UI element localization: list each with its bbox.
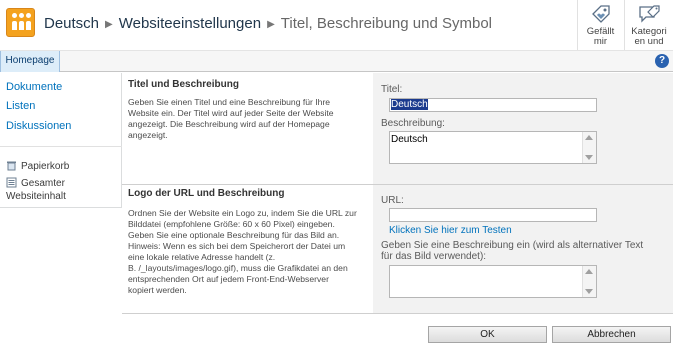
logo-section-description: Ordnen Sie der Website ein Logo zu, inde… (128, 208, 364, 296)
title-desc-line: angezeigt. Die Beschreibung wird auf der… (128, 119, 330, 129)
url-field-label: URL: (381, 195, 404, 206)
description-field-label: Beschreibung: (381, 118, 445, 129)
title-input-value: Deutsch (391, 99, 428, 110)
alt-text-scrollbar[interactable] (582, 266, 596, 297)
logo-desc-line: eine lokale relative Adresse handelt (z. (128, 252, 276, 262)
url-input[interactable] (389, 208, 597, 222)
scroll-up-icon[interactable] (585, 269, 593, 274)
all-content-label-line1: Gesamter (21, 178, 65, 189)
title-section: Titel und Beschreibung Geben Sie einen T… (122, 73, 372, 184)
logo-desc-line: entsprechenden Ort auf jedem Front-End-W… (128, 274, 329, 284)
title-input[interactable]: Deutsch (389, 98, 597, 112)
logo-desc-line: Bilddatei (empfohlene Größe: 60 x 60 Pix… (128, 219, 335, 229)
alt-text-label-line: für das Bild verwendet): (381, 251, 487, 262)
logo-desc-line: Geben Sie eine optionale Beschreibung fü… (128, 230, 340, 240)
alt-text-label: Geben Sie eine Beschreibung ein (wird al… (381, 240, 643, 262)
tags-notes-icon (639, 5, 660, 23)
all-content-icon (6, 177, 17, 188)
logo-desc-line: kopiert werden. (128, 285, 187, 295)
breadcrumb-settings-link[interactable]: Websiteeinstellungen (119, 15, 261, 32)
logo-desc-line: Hinweis: Wenn es sich bei dem Speicheror… (128, 241, 346, 251)
quicklaunch-recycle-bin[interactable]: Papierkorb (6, 160, 69, 173)
quicklaunch-discussions[interactable]: Diskussionen (6, 120, 71, 132)
cancel-button[interactable]: Abbrechen (552, 326, 671, 343)
site-logo-icon[interactable] (6, 8, 35, 37)
tab-homepage[interactable]: Homepage (0, 51, 60, 72)
title-desc-line: angezeigt. (128, 130, 168, 140)
quicklaunch-divider (0, 146, 122, 147)
like-label-line2: mir (593, 36, 608, 47)
scroll-down-icon[interactable] (585, 155, 593, 160)
logo-desc-line: B. /_layouts/images/logo.gif), muss die … (128, 263, 348, 273)
scroll-down-icon[interactable] (585, 289, 593, 294)
tags-notes-button[interactable]: Kategori en und (624, 0, 673, 50)
quicklaunch-documents[interactable]: Dokumente (6, 81, 62, 93)
test-link[interactable]: Klicken Sie hier zum Testen (389, 225, 512, 236)
alt-text-textarea[interactable] (389, 265, 597, 298)
quicklaunch-lists[interactable]: Listen (6, 100, 35, 112)
scroll-up-icon[interactable] (585, 135, 593, 140)
title-field-label: Titel: (381, 84, 403, 95)
ok-button[interactable]: OK (428, 326, 547, 343)
like-button[interactable]: Gefällt mir (577, 0, 623, 50)
breadcrumb-site-link[interactable]: Deutsch (44, 15, 99, 32)
help-icon[interactable]: ? (655, 54, 669, 68)
logo-section: Logo der URL und Beschreibung Ordnen Sie… (122, 185, 372, 313)
quick-launch: Dokumente Listen Diskussionen Papierkorb… (0, 73, 122, 208)
recycle-bin-label: Papierkorb (21, 161, 70, 172)
all-content-label-line2: Websiteinhalt (6, 191, 66, 202)
logo-desc-line: Ordnen Sie der Website ein Logo zu, inde… (128, 208, 357, 218)
title-section-heading: Titel und Beschreibung (128, 79, 239, 90)
title-desc-line: Geben Sie einen Titel und eine Beschreib… (128, 97, 331, 107)
like-tag-icon (591, 5, 610, 23)
logo-section-heading: Logo der URL und Beschreibung (128, 188, 285, 199)
breadcrumb: Deutsch ▶ Websiteeinstellungen ▶ Titel, Besc… (44, 15, 492, 32)
section-divider (122, 313, 673, 314)
breadcrumb-arrow-icon: ▶ (105, 19, 113, 30)
title-desc-line: Website ein. Der Titel wird auf jeder Se… (128, 108, 334, 118)
description-textarea[interactable]: Deutsch (389, 131, 597, 164)
page-title: Titel, Beschreibung und Symbol (280, 15, 492, 32)
tags-label-line2: en und (634, 36, 664, 47)
description-textarea-value: Deutsch (391, 134, 428, 145)
alt-text-label-line: Geben Sie eine Beschreibung ein (wird al… (381, 240, 644, 251)
quicklaunch-all-content[interactable]: Gesamter (6, 177, 65, 190)
top-navigation: Homepage ? (0, 50, 673, 72)
title-section-description: Geben Sie einen Titel und eine Beschreib… (128, 97, 364, 141)
description-scrollbar[interactable] (582, 132, 596, 163)
title-area: Deutsch ▶ Websiteeinstellungen ▶ Titel, Besc… (0, 0, 673, 50)
recycle-bin-icon (7, 161, 16, 171)
breadcrumb-arrow-icon: ▶ (267, 19, 275, 30)
